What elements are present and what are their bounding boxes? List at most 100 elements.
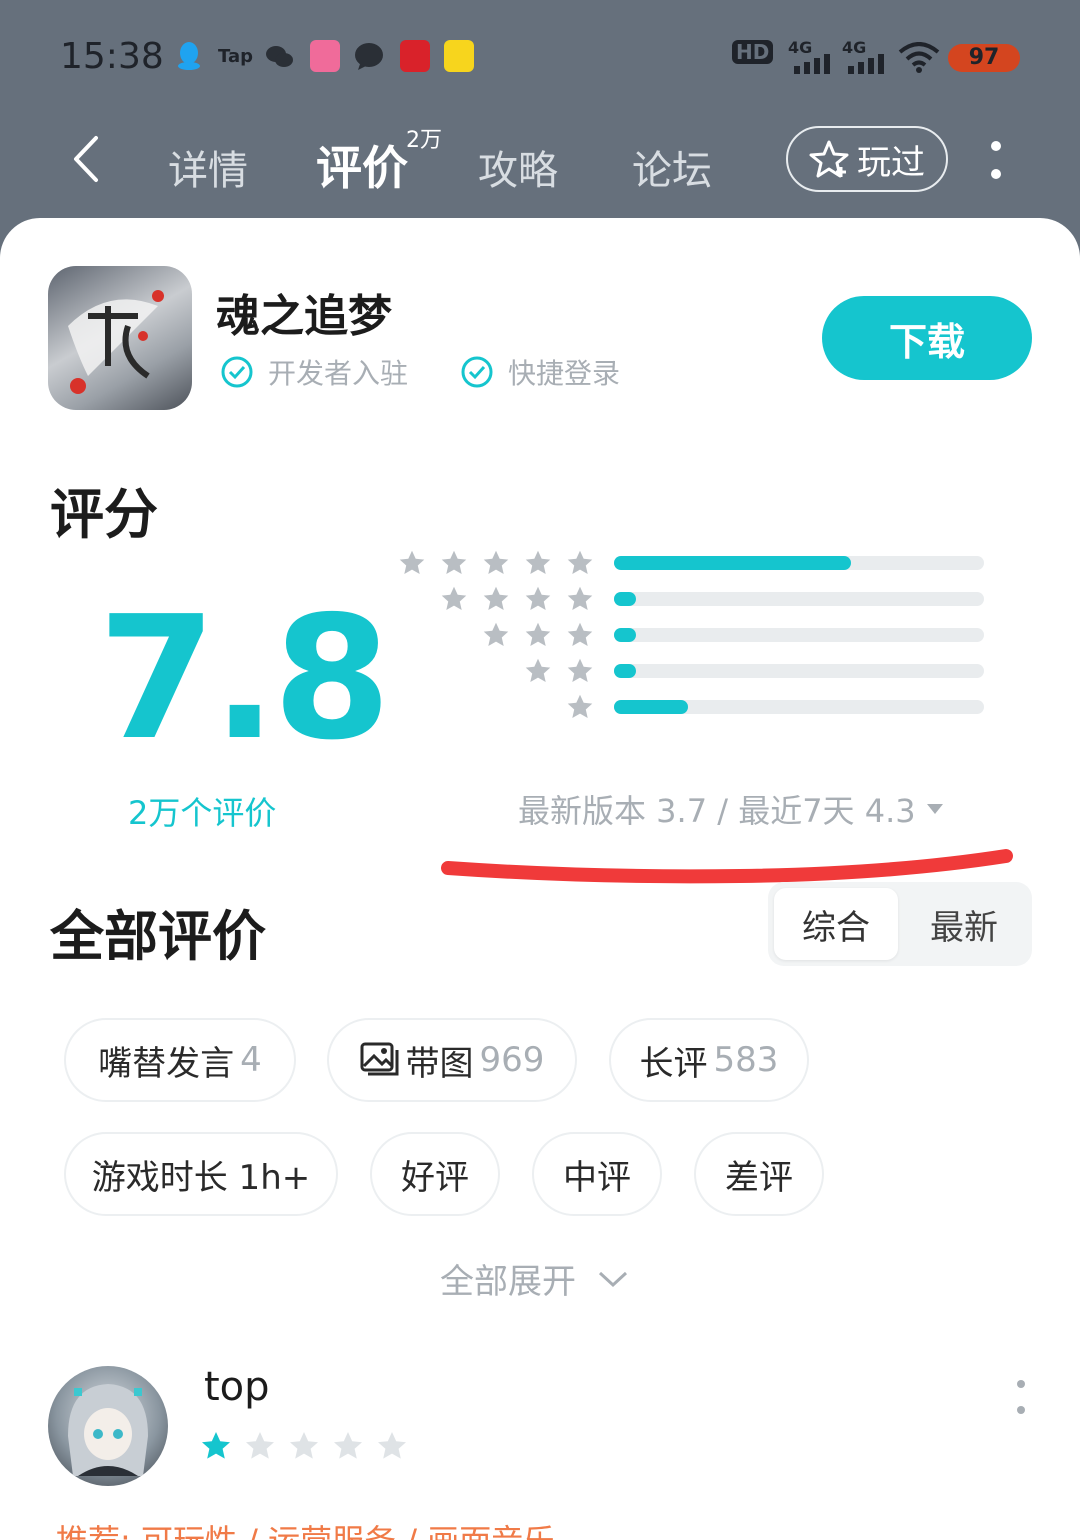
hd-icon: HD <box>732 40 774 64</box>
star-icon <box>483 550 509 575</box>
image-icon <box>360 1042 399 1076</box>
star-empty-icon <box>334 1432 362 1459</box>
rating-bar-fill <box>614 592 637 606</box>
filter-chip-neutral[interactable]: 中评 <box>532 1132 662 1216</box>
tab-details[interactable]: 详情 <box>168 138 248 196</box>
check-circle-icon <box>461 356 493 388</box>
played-button[interactable]: 玩过 <box>786 126 948 192</box>
avatar-art <box>68 1384 148 1476</box>
rating-bar-track <box>614 556 984 570</box>
app-icon-yellow <box>444 40 474 72</box>
rating-row-5-star <box>396 548 996 578</box>
star-icon <box>441 550 467 575</box>
tab-guides[interactable]: 攻略 <box>478 138 558 196</box>
filter-chip-label: 嘴替发言 <box>98 1043 235 1084</box>
more-vertical-icon[interactable] <box>984 140 1008 180</box>
dropdown-triangle-icon <box>926 804 943 814</box>
review-count[interactable]: 2万个评价 <box>128 788 276 834</box>
user-avatar[interactable] <box>48 1366 168 1486</box>
filter-chip-label: 游戏时长 1h+ <box>91 1157 311 1198</box>
tag-developer-label: 开发者入驻 <box>268 357 409 390</box>
sort-toggle: 综合 最新 <box>768 882 1032 966</box>
filter-chip-long[interactable]: 长评 583 <box>609 1018 809 1102</box>
rating-score: 7.8 <box>98 580 391 778</box>
star-icon <box>567 622 593 647</box>
rating-row-1-star <box>396 692 996 722</box>
filter-chip-count: 969 <box>479 1040 545 1080</box>
user-rating-stars <box>200 1430 408 1462</box>
content-card: 魂之追梦 开发者入驻 快捷登录 下载 评分 7.8 2万个评价 最新版本 3.7… <box>0 218 1080 1540</box>
battery-indicator: 97 <box>948 44 1020 72</box>
tab-reviews[interactable]: 评价 <box>316 132 408 198</box>
filter-chip-count: 4 <box>240 1040 262 1080</box>
version-rating-text: 最新版本 3.7 / 最近7天 4.3 <box>518 792 916 830</box>
expand-all-label: 全部展开 <box>440 1262 576 1302</box>
rating-bar-track <box>614 664 984 678</box>
star-empty-icon <box>246 1432 274 1459</box>
star-empty-icon <box>290 1432 318 1459</box>
rating-row-4-star <box>396 584 996 614</box>
star-icon <box>483 622 509 647</box>
signal-bars-icon-2 <box>848 54 884 74</box>
star-icon <box>525 550 551 575</box>
bilibili-icon <box>310 40 340 72</box>
tag-developer: 开发者入驻 <box>220 352 408 392</box>
check-circle-icon <box>221 356 253 388</box>
rating-bar-track <box>614 628 984 642</box>
rating-bar-fill <box>614 700 688 714</box>
filter-chip-playtime[interactable]: 游戏时长 1h+ <box>64 1132 338 1216</box>
rating-row-2-star <box>396 656 996 686</box>
rating-distribution <box>396 548 996 719</box>
rating-bar-fill <box>614 664 636 678</box>
tag-quick-login: 快捷登录 <box>460 352 620 392</box>
more-vertical-icon[interactable] <box>1010 1378 1032 1416</box>
username[interactable]: top <box>204 1364 270 1410</box>
download-button[interactable]: 下载 <box>822 296 1032 380</box>
star-icon <box>567 550 593 575</box>
app-name: 魂之追梦 <box>216 291 392 342</box>
back-arrow-icon[interactable] <box>68 134 108 184</box>
reviews-section-title: 全部评价 <box>50 905 266 968</box>
star-icon <box>525 622 551 647</box>
star-empty-icon <box>378 1432 406 1459</box>
qq-icon <box>178 42 200 70</box>
filter-chip-label: 好评 <box>401 1157 469 1198</box>
star-icon <box>483 586 509 611</box>
tab-forum[interactable]: 论坛 <box>632 138 712 196</box>
filter-chip-label: 差评 <box>725 1157 793 1198</box>
message-icon <box>355 43 383 70</box>
game-icon[interactable] <box>48 266 192 410</box>
filter-chip-negative[interactable]: 差评 <box>694 1132 824 1216</box>
sort-latest[interactable]: 最新 <box>902 888 1026 960</box>
filter-chip-positive[interactable]: 好评 <box>370 1132 500 1216</box>
star-icon <box>567 694 593 719</box>
rating-row-3-star <box>396 620 996 650</box>
rating-bar-track <box>614 700 984 714</box>
chevron-down-icon <box>598 1271 628 1287</box>
status-time: 15:38 <box>60 36 164 77</box>
signal-bars-icon <box>794 54 830 74</box>
star-icon <box>525 586 551 611</box>
wechat-icon <box>266 46 293 67</box>
expand-all-button[interactable]: 全部展开 <box>440 1254 628 1303</box>
sort-comprehensive[interactable]: 综合 <box>774 888 898 960</box>
filter-chip-quote[interactable]: 嘴替发言 4 <box>64 1018 296 1102</box>
rating-bar-fill <box>614 628 636 642</box>
game-icon-art <box>68 290 164 394</box>
rating-bar-fill <box>614 556 851 570</box>
wifi-icon <box>898 42 940 73</box>
version-rating-selector[interactable]: 最新版本 3.7 / 最近7天 4.3 <box>518 786 944 832</box>
top-nav: 详情 评价 2万 攻略 论坛 玩过 <box>0 110 1080 218</box>
star-icon <box>525 658 551 683</box>
star-icon <box>567 658 593 683</box>
star-filled-icon <box>202 1432 230 1459</box>
played-label: 玩过 <box>857 142 925 183</box>
filter-chip-images[interactable]: 带图 969 <box>327 1018 577 1102</box>
app-icon <box>400 40 430 72</box>
star-icon <box>441 586 467 611</box>
filter-chip-label: 长评 <box>639 1043 708 1084</box>
star-add-icon <box>809 140 849 178</box>
tab-reviews-badge: 2万 <box>406 128 442 153</box>
rating-section-title: 评分 <box>50 483 158 546</box>
rating-bar-track <box>614 592 984 606</box>
